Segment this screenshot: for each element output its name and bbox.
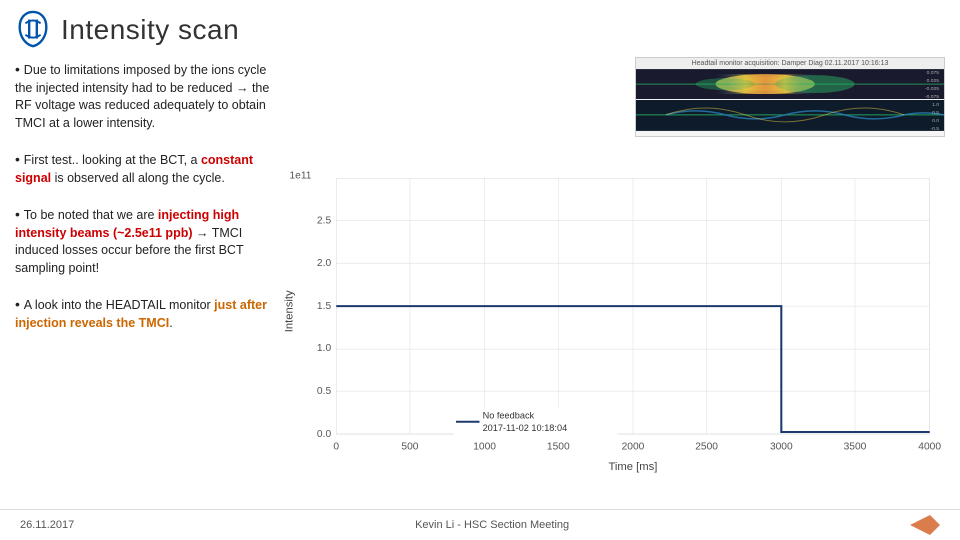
cern-logo-icon — [15, 10, 51, 50]
bullet-item-4: A look into the HEADTAIL monitor just af… — [15, 295, 270, 332]
footer-arrow-icon — [910, 515, 940, 535]
headtail-monitor-image: Headtail monitor acquisition: Damper Dia… — [635, 57, 945, 137]
svg-text:1e11: 1e11 — [289, 170, 311, 181]
svg-text:-0.025: -0.025 — [925, 86, 939, 92]
svg-text:0.0: 0.0 — [932, 118, 939, 124]
footer-presenter: Kevin Li - HSC Section Meeting — [415, 519, 569, 531]
bullet-item-2: First test.. looking at the BCT, a const… — [15, 150, 270, 187]
footer-date: 26.11.2017 — [20, 519, 74, 531]
svg-text:1.5: 1.5 — [317, 301, 332, 312]
svg-text:0.0: 0.0 — [317, 429, 332, 440]
page-title: Intensity scan — [61, 14, 239, 46]
bullet-item-1: Due to limitations imposed by the ions c… — [15, 60, 270, 132]
svg-text:3500: 3500 — [844, 441, 867, 452]
svg-text:2.5: 2.5 — [317, 215, 332, 226]
svg-text:2500: 2500 — [695, 441, 718, 452]
svg-text:-0.075: -0.075 — [925, 94, 939, 100]
svg-text:4000: 4000 — [918, 441, 941, 452]
svg-text:2017-11-02 10:18:04: 2017-11-02 10:18:04 — [483, 423, 568, 433]
bullet4-text-normal2: . — [169, 316, 172, 330]
headtail-wave-svg: 0.075 0.025 -0.025 -0.075 1.0 0.5 0.0 -0… — [636, 69, 944, 131]
main-chart-container: 0.0 0.5 1.0 1.5 2.0 2.5 1e11 0 500 1000 … — [280, 143, 945, 500]
bullet-item-3: To be noted that we are injecting high i… — [15, 205, 270, 277]
main-content: Due to limitations imposed by the ions c… — [0, 55, 960, 500]
svg-text:0.5: 0.5 — [317, 386, 332, 397]
svg-text:1.0: 1.0 — [932, 102, 939, 108]
svg-text:2.0: 2.0 — [317, 258, 332, 269]
bullet2-text-normal2: is observed all along the cycle. — [51, 171, 225, 185]
top-images-container: Headtail monitor acquisition: Damper Dia… — [280, 57, 945, 137]
svg-text:1500: 1500 — [547, 441, 570, 452]
svg-text:3000: 3000 — [770, 441, 793, 452]
right-panel: Headtail monitor acquisition: Damper Dia… — [280, 55, 945, 500]
svg-text:0.075: 0.075 — [927, 70, 940, 76]
left-panel: Due to limitations imposed by the ions c… — [15, 55, 270, 500]
svg-text:1000: 1000 — [473, 441, 496, 452]
page-header: Intensity scan — [0, 0, 960, 55]
svg-text:Intensity: Intensity — [283, 290, 295, 332]
bullet3-text-normal1: To be noted that we are — [24, 208, 158, 222]
svg-text:0.025: 0.025 — [927, 78, 940, 84]
svg-text:No feedback: No feedback — [483, 411, 535, 421]
top-chart-title: Headtail monitor acquisition: Damper Dia… — [636, 58, 944, 69]
footer: 26.11.2017 Kevin Li - HSC Section Meetin… — [0, 509, 960, 540]
svg-text:2000: 2000 — [622, 441, 645, 452]
bullet4-text-normal1: A look into the HEADTAIL monitor — [24, 298, 214, 312]
svg-text:500: 500 — [401, 441, 418, 452]
svg-text:-0.5: -0.5 — [930, 126, 939, 131]
svg-text:0: 0 — [333, 441, 339, 452]
svg-text:0.5: 0.5 — [932, 110, 939, 116]
main-chart-svg: 0.0 0.5 1.0 1.5 2.0 2.5 1e11 0 500 1000 … — [280, 143, 945, 500]
bullet2-text-normal1: First test.. looking at the BCT, a — [24, 153, 201, 167]
svg-text:Time [ms]: Time [ms] — [608, 461, 657, 473]
bullet1-text: Due to limitations imposed by the ions c… — [15, 63, 269, 130]
svg-text:1.0: 1.0 — [317, 343, 332, 354]
